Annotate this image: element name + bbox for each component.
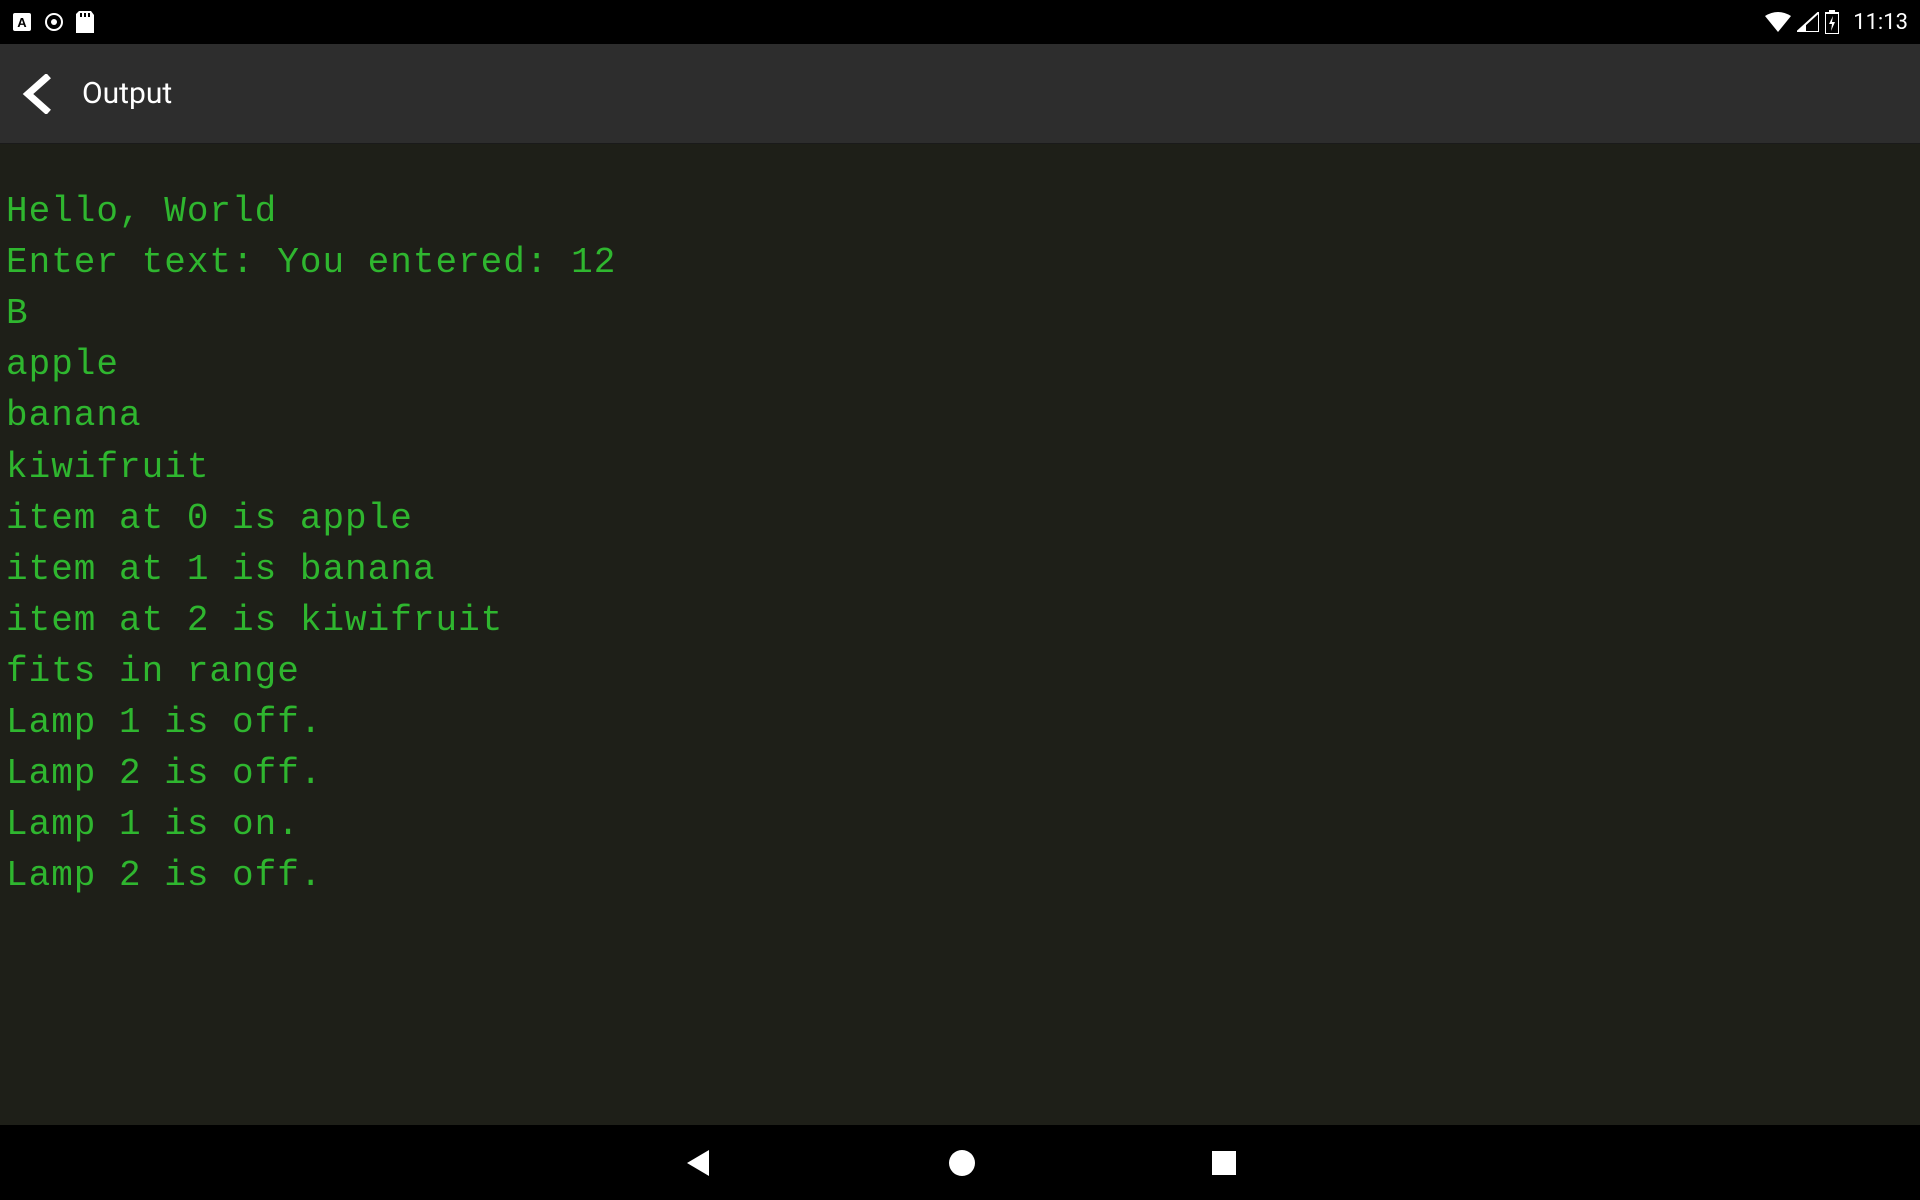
battery-charging-icon [1825, 10, 1839, 34]
console-output-area[interactable]: Hello, World Enter text: You entered: 12… [0, 144, 1920, 1125]
nav-back-button[interactable] [681, 1146, 715, 1180]
back-button[interactable] [22, 74, 52, 114]
sd-card-icon [76, 11, 94, 33]
status-bar-right: 11:13 [1765, 10, 1908, 35]
wifi-icon [1765, 12, 1791, 32]
status-time: 11:13 [1853, 10, 1908, 35]
circle-icon [44, 12, 64, 32]
console-text: Hello, World Enter text: You entered: 12… [6, 186, 1914, 902]
page-title: Output [82, 76, 172, 111]
keyboard-icon: A [12, 12, 32, 32]
signal-icon [1797, 12, 1819, 32]
svg-text:A: A [17, 15, 27, 30]
action-bar: Output [0, 44, 1920, 144]
nav-recent-button[interactable] [1209, 1148, 1239, 1178]
status-bar-left: A [12, 11, 94, 33]
android-status-bar: A 11:13 [0, 0, 1920, 44]
android-nav-bar [0, 1125, 1920, 1200]
nav-home-button[interactable] [945, 1146, 979, 1180]
